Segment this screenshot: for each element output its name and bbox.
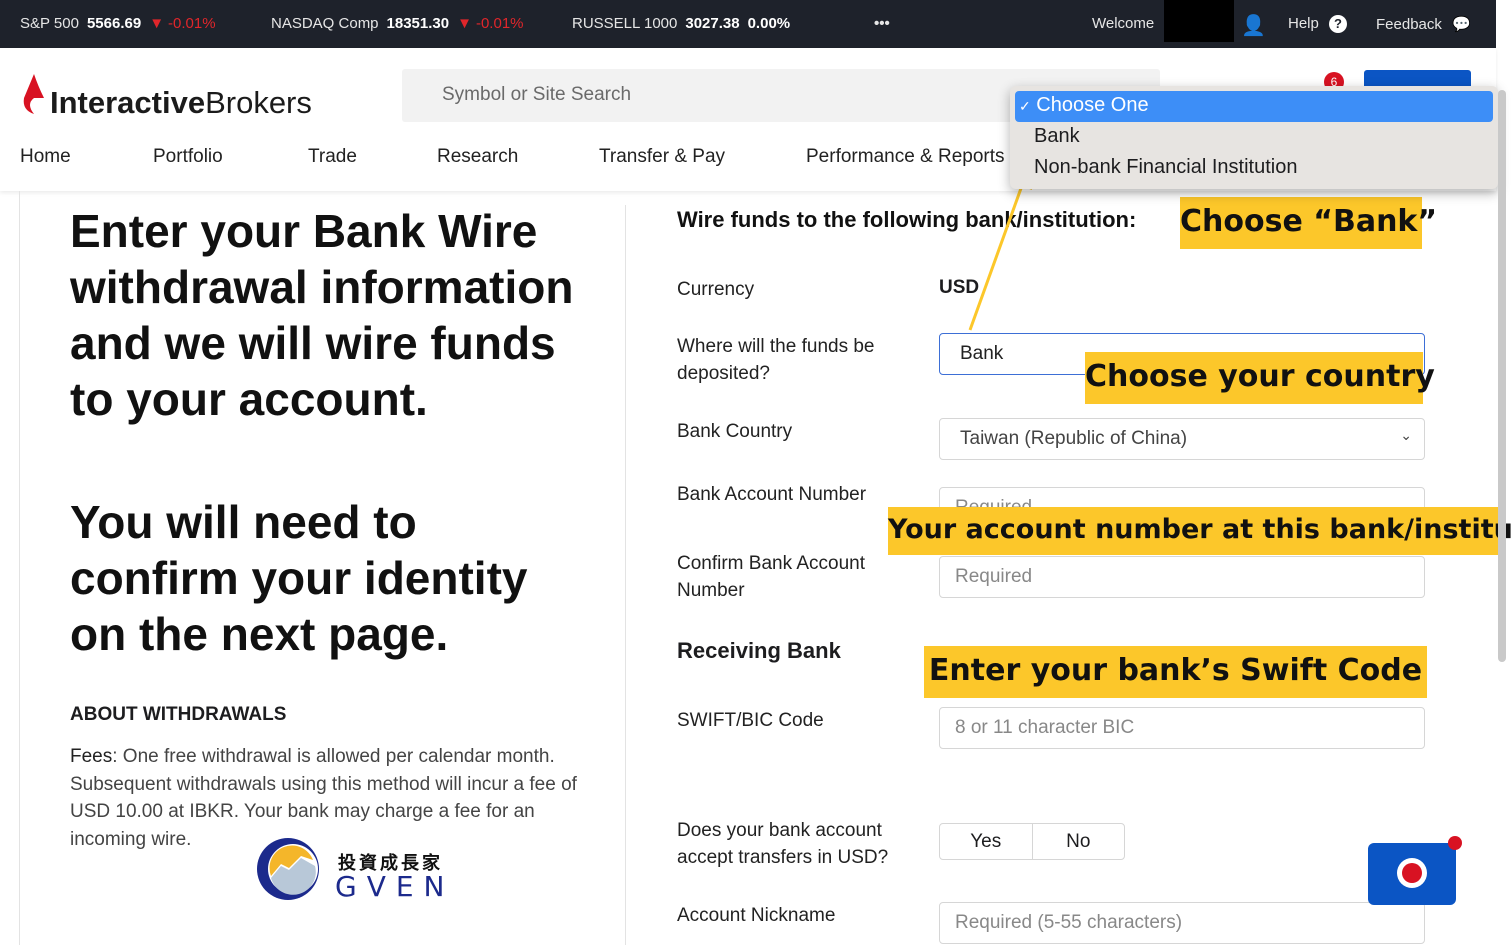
ticker-value: 5566.69: [86, 15, 142, 32]
down-arrow-icon: ▼: [457, 15, 472, 32]
ticker-value: 18351.30: [386, 15, 450, 32]
ticker-name: NASDAQ Comp: [271, 15, 379, 32]
usd-question-label: Does your bank account accept transfers …: [677, 820, 889, 868]
nav-trade[interactable]: Trade: [308, 146, 357, 168]
nav-transfer-pay[interactable]: Transfer & Pay: [599, 146, 725, 168]
ticker-nasdaq[interactable]: NASDAQ Comp 18351.30 ▼ -0.01%: [271, 15, 524, 32]
identity-heading: You will need to confirm your identity o…: [70, 496, 528, 660]
nav-home[interactable]: Home: [20, 146, 71, 168]
deposit-type-dropdown: ✓ Choose One Bank Non-bank Financial Ins…: [1010, 86, 1498, 189]
bank-country-value: Taiwan (Republic of China): [960, 428, 1188, 449]
callout-choose-bank: Choose “Bank”: [1180, 197, 1437, 249]
confirm-account-label: Confirm Bank Account Number: [677, 553, 865, 601]
swift-input[interactable]: 8 or 11 character BIC: [939, 707, 1425, 749]
chat-alert-dot: [1448, 836, 1462, 850]
currency-label: Currency: [677, 279, 755, 300]
about-withdrawals-title: ABOUT WITHDRAWALS: [70, 704, 287, 725]
more-button[interactable]: •••: [874, 15, 890, 32]
nav-portfolio[interactable]: Portfolio: [153, 146, 223, 168]
no-button[interactable]: No: [1033, 824, 1125, 859]
nav-research[interactable]: Research: [437, 146, 518, 168]
gven-watermark-logo: [255, 836, 321, 907]
form-title: Wire funds to the following bank/institu…: [677, 207, 1137, 232]
swift-label: SWIFT/BIC Code: [677, 710, 824, 731]
chat-icon: 💬: [1452, 16, 1471, 33]
chat-button[interactable]: [1368, 836, 1462, 905]
callout-account-number: Your account number at this bank/institu…: [888, 507, 1512, 555]
yes-button[interactable]: Yes: [940, 824, 1033, 859]
user-icon[interactable]: 👤: [1241, 13, 1266, 38]
market-ticker-bar: S&P 500 5566.69 ▼ -0.01% NASDAQ Comp 18351.3…: [0, 0, 1496, 48]
help-label: Help: [1288, 15, 1319, 32]
deposit-label: Where will the funds be deposited?: [677, 336, 875, 384]
ticker-name: S&P 500: [20, 15, 79, 32]
bank-country-select[interactable]: Taiwan (Republic of China) ⌄: [939, 418, 1425, 460]
ticker-change: 0.00%: [747, 15, 791, 32]
panel-border: [19, 191, 20, 945]
ticker-change: -0.01%: [475, 15, 524, 32]
nickname-input[interactable]: Required (5-55 characters): [939, 902, 1425, 944]
confirm-account-input[interactable]: Required: [939, 556, 1425, 598]
gven-logo-icon: [257, 838, 319, 900]
redacted-username: [1164, 0, 1234, 42]
ticker-russell[interactable]: RUSSELL 1000 3027.38 0.00%: [572, 15, 790, 32]
account-number-label: Bank Account Number: [677, 484, 867, 505]
ib-logo-text: InteractiveBrokers: [50, 85, 312, 120]
chevron-down-icon: ⌄: [1400, 427, 1412, 443]
down-arrow-icon: ▼: [149, 15, 165, 32]
column-divider: [625, 205, 626, 945]
receiving-bank-title: Receiving Bank: [677, 638, 841, 663]
fees-label: Fees: [70, 746, 113, 767]
ib-flame-icon: [23, 74, 44, 114]
ib-logo[interactable]: [20, 72, 46, 121]
dropdown-option-choose-one[interactable]: ✓ Choose One: [1015, 91, 1493, 122]
chat-bot-icon: [1397, 858, 1427, 888]
dropdown-option-nonbank[interactable]: Non-bank Financial Institution: [1015, 153, 1493, 184]
ticker-sp500[interactable]: S&P 500 5566.69 ▼ -0.01%: [20, 15, 216, 32]
withdrawal-heading: Enter your Bank Wire withdrawal informat…: [70, 205, 574, 425]
usd-toggle: Yes No: [939, 823, 1125, 860]
question-icon: ?: [1329, 15, 1348, 33]
help-button[interactable]: Help ?: [1288, 15, 1348, 33]
watermark-english: GVEN: [335, 870, 455, 903]
nickname-label: Account Nickname: [677, 905, 836, 926]
ticker-value: 3027.38: [685, 15, 740, 32]
fees-description: : One free withdrawal is allowed per cal…: [70, 746, 577, 850]
feedback-label: Feedback: [1376, 16, 1442, 33]
welcome-text: Welcome: [1092, 15, 1155, 32]
feedback-button[interactable]: Feedback 💬: [1376, 15, 1471, 33]
bank-country-label: Bank Country: [677, 421, 793, 442]
dropdown-option-bank[interactable]: Bank: [1015, 122, 1493, 153]
checkmark-icon: ✓: [1019, 98, 1031, 114]
ticker-change: -0.01%: [168, 15, 216, 32]
callout-swift-code: Enter your bank’s Swift Code: [924, 646, 1427, 698]
callout-choose-country: Choose your country: [1085, 352, 1435, 404]
scrollbar[interactable]: [1498, 90, 1506, 662]
ticker-name: RUSSELL 1000: [572, 15, 678, 32]
fees-text: Fees: One free withdrawal is allowed per…: [70, 743, 590, 853]
